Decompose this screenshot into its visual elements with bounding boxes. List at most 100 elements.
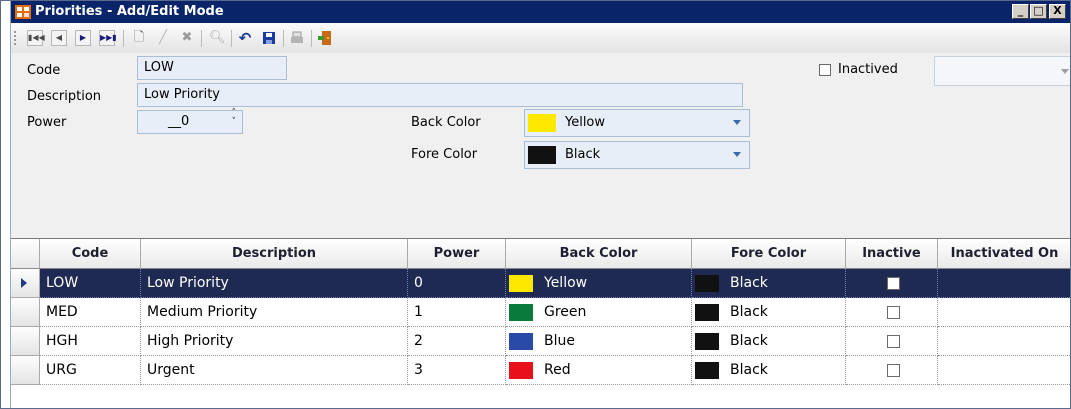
cell-description[interactable]: Low Priority bbox=[141, 269, 408, 298]
table-row[interactable]: LOW Low Priority 0 Yellow Black bbox=[11, 269, 1070, 298]
cell-description[interactable]: Medium Priority bbox=[141, 298, 408, 327]
save-disk-icon[interactable] bbox=[261, 30, 277, 46]
code-field[interactable]: LOW bbox=[137, 56, 287, 80]
table-row[interactable]: URG Urgent 3 Red Black bbox=[11, 356, 1070, 385]
cell-inactive[interactable] bbox=[846, 269, 938, 298]
description-label: Description bbox=[27, 89, 102, 104]
close-button[interactable]: X bbox=[1049, 4, 1066, 19]
column-header-fore-color[interactable]: Fore Color bbox=[692, 239, 846, 269]
cell-code[interactable]: URG bbox=[40, 356, 141, 385]
color-name: Yellow bbox=[544, 275, 588, 291]
description-field[interactable]: Low Priority bbox=[137, 83, 743, 107]
cell-fore-color[interactable]: Black bbox=[692, 298, 846, 327]
current-row-pointer-icon bbox=[21, 278, 27, 288]
fore-color-value: Black bbox=[565, 147, 601, 162]
cell-inactivated-on[interactable] bbox=[938, 327, 1070, 356]
table-row[interactable]: HGH High Priority 2 Blue Black bbox=[11, 327, 1070, 356]
cell-back-color[interactable]: Green bbox=[506, 298, 692, 327]
cell-code[interactable]: MED bbox=[40, 298, 141, 327]
color-swatch bbox=[695, 362, 719, 379]
table-row[interactable]: MED Medium Priority 1 Green Black bbox=[11, 298, 1070, 327]
column-header-code[interactable]: Code bbox=[40, 239, 141, 269]
cell-fore-color[interactable]: Black bbox=[692, 269, 846, 298]
spin-arrows-icon[interactable]: ˄ ˅ bbox=[232, 109, 237, 127]
cell-description[interactable]: High Priority bbox=[141, 327, 408, 356]
cell-inactivated-on[interactable] bbox=[938, 298, 1070, 327]
code-label: Code bbox=[27, 63, 61, 78]
cell-fore-color[interactable]: Black bbox=[692, 356, 846, 385]
row-selector[interactable] bbox=[11, 356, 40, 385]
exit-door-icon[interactable] bbox=[317, 30, 333, 46]
last-record-icon[interactable]: ▶▶▮ bbox=[99, 30, 117, 46]
inactive-checkbox[interactable] bbox=[887, 335, 900, 348]
maximize-button[interactable]: □ bbox=[1030, 4, 1047, 19]
color-swatch bbox=[695, 275, 719, 292]
color-name: Blue bbox=[544, 333, 575, 349]
new-document-icon[interactable]: 🗋 bbox=[131, 30, 147, 46]
edit-pencil-icon[interactable]: ╱ bbox=[155, 30, 171, 46]
column-header-inactivated-on[interactable]: Inactivated On bbox=[938, 239, 1070, 269]
cell-inactive[interactable] bbox=[846, 356, 938, 385]
toolbar-separator bbox=[201, 30, 202, 47]
color-swatch bbox=[509, 275, 533, 292]
column-header-back-color[interactable]: Back Color bbox=[506, 239, 692, 269]
back-color-select[interactable]: Yellow bbox=[524, 109, 750, 137]
power-stepper[interactable]: __0 ˄ ˅ bbox=[137, 109, 243, 134]
chevron-down-icon bbox=[733, 120, 741, 125]
column-header-power[interactable]: Power bbox=[408, 239, 506, 269]
inactive-checkbox[interactable] bbox=[887, 364, 900, 377]
inactived-checkbox[interactable] bbox=[819, 64, 831, 76]
row-selector[interactable] bbox=[11, 269, 40, 298]
toolbar-separator bbox=[283, 30, 284, 47]
chevron-down-icon bbox=[1061, 69, 1069, 74]
edit-form: Code LOW Description Low Priority Power … bbox=[11, 53, 1070, 236]
undo-icon[interactable]: ↶ bbox=[237, 30, 253, 46]
cell-power[interactable]: 3 bbox=[408, 356, 506, 385]
cell-text: 3 bbox=[414, 362, 423, 378]
window-title: Priorities - Add/Edit Mode bbox=[35, 4, 224, 19]
cell-power[interactable]: 1 bbox=[408, 298, 506, 327]
column-header-description[interactable]: Description bbox=[141, 239, 408, 269]
cell-power[interactable]: 2 bbox=[408, 327, 506, 356]
cell-back-color[interactable]: Yellow bbox=[506, 269, 692, 298]
cell-text: Low Priority bbox=[147, 275, 229, 291]
previous-record-icon[interactable]: ◀ bbox=[51, 30, 67, 46]
cell-fore-color[interactable]: Black bbox=[692, 327, 846, 356]
next-record-icon[interactable]: ▶ bbox=[75, 30, 91, 46]
chevron-down-icon bbox=[733, 152, 741, 157]
row-selector[interactable] bbox=[11, 298, 40, 327]
print-icon[interactable] bbox=[289, 30, 305, 46]
cell-back-color[interactable]: Red bbox=[506, 356, 692, 385]
delete-x-icon[interactable]: ✖ bbox=[179, 30, 195, 46]
cell-inactive[interactable] bbox=[846, 327, 938, 356]
inactive-checkbox[interactable] bbox=[887, 306, 900, 319]
window-left-margin bbox=[1, 1, 11, 408]
color-name: Black bbox=[730, 275, 768, 291]
color-swatch bbox=[509, 304, 533, 321]
cell-description[interactable]: Urgent bbox=[141, 356, 408, 385]
inactive-checkbox[interactable] bbox=[887, 277, 900, 290]
inactived-label: Inactived bbox=[838, 62, 898, 77]
cell-code[interactable]: LOW bbox=[40, 269, 141, 298]
toolbar-grip[interactable] bbox=[14, 31, 18, 45]
first-record-icon[interactable]: ▮◀◀ bbox=[27, 30, 45, 46]
cell-text: URG bbox=[46, 362, 77, 378]
search-icon[interactable]: 🔍︎ bbox=[209, 30, 226, 46]
column-header-inactive[interactable]: Inactive bbox=[846, 239, 938, 269]
cell-text: HGH bbox=[46, 333, 78, 349]
cell-power[interactable]: 0 bbox=[408, 269, 506, 298]
cell-back-color[interactable]: Blue bbox=[506, 327, 692, 356]
back-color-label: Back Color bbox=[411, 115, 481, 130]
cell-inactivated-on[interactable] bbox=[938, 356, 1070, 385]
title-bar[interactable]: Priorities - Add/Edit Mode _ □ X bbox=[11, 1, 1070, 23]
color-name: Black bbox=[730, 304, 768, 320]
cell-code[interactable]: HGH bbox=[40, 327, 141, 356]
cell-inactivated-on[interactable] bbox=[938, 269, 1070, 298]
cell-text: Medium Priority bbox=[147, 304, 258, 320]
toolbar-separator bbox=[231, 30, 232, 47]
row-selector[interactable] bbox=[11, 327, 40, 356]
inactivated-date-select[interactable] bbox=[934, 56, 1070, 86]
cell-inactive[interactable] bbox=[846, 298, 938, 327]
fore-color-select[interactable]: Black bbox=[524, 141, 750, 169]
minimize-button[interactable]: _ bbox=[1012, 4, 1029, 19]
